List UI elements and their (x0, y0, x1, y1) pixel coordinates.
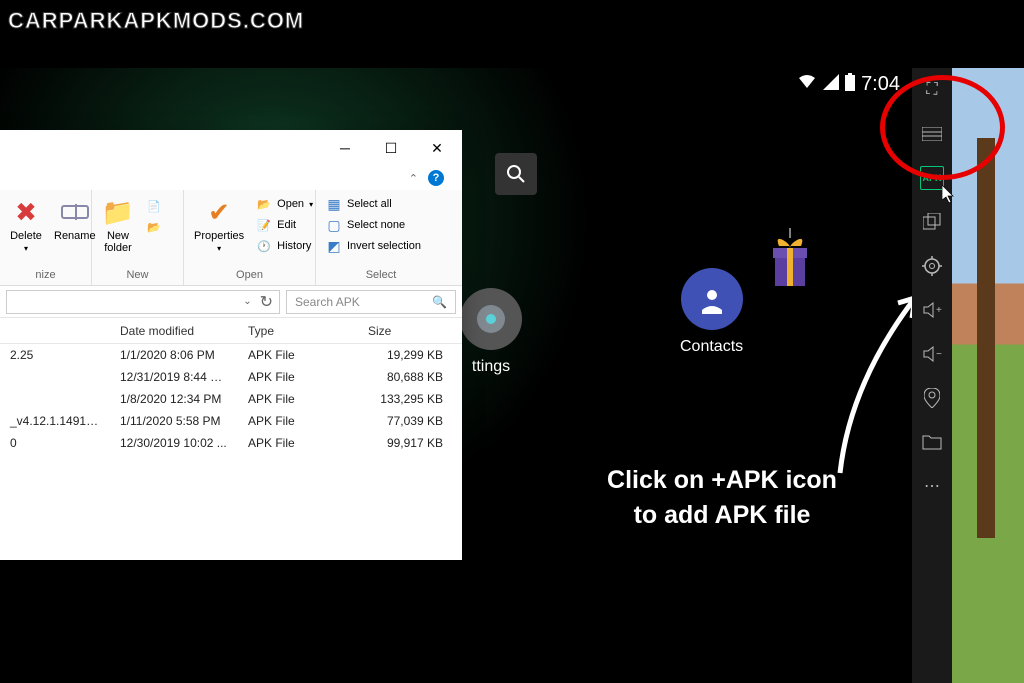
history-button[interactable]: 🕐History (252, 236, 317, 256)
help-icon[interactable]: ? (428, 170, 444, 186)
wifi-icon (797, 74, 817, 95)
col-type[interactable]: Type (238, 324, 358, 338)
android-statusbar: 7:04 (712, 68, 912, 100)
delete-button[interactable]: ✖ Delete ▾ (6, 194, 46, 255)
rename-icon (59, 196, 91, 228)
edit-button[interactable]: 📝Edit (252, 215, 317, 235)
file-row[interactable]: 12/31/2019 8:44 PMAPK File80,688 KB (0, 366, 462, 388)
gear-icon (460, 288, 522, 350)
addr-chevron-icon[interactable]: ⌄ (243, 296, 251, 307)
new-item-button[interactable]: 📄 (142, 196, 166, 216)
open-button[interactable]: 📂Open ▾ (252, 194, 317, 214)
minimize-button[interactable]: ─ (322, 133, 368, 163)
file-row[interactable]: 1/8/2020 12:34 PMAPK File133,295 KB (0, 388, 462, 410)
refresh-icon[interactable]: ↻ (260, 292, 273, 312)
invert-selection-button[interactable]: ◩Invert selection (322, 236, 425, 256)
col-size[interactable]: Size (358, 324, 453, 338)
select-group-label: Select (322, 269, 440, 283)
search-icon (506, 164, 526, 184)
annotation-arrow (820, 283, 912, 483)
new-item-icon: 📄 (146, 198, 162, 214)
file-row[interactable]: 2.251/1/2020 8:06 PMAPK File19,299 KB (0, 344, 462, 366)
search-button[interactable] (495, 153, 537, 195)
svg-text:+: + (936, 305, 942, 316)
delete-x-icon: ✖ (10, 196, 42, 228)
settings-label: ttings (472, 358, 510, 376)
search-input[interactable]: Search APK 🔍 (286, 290, 456, 314)
battery-icon (845, 73, 855, 96)
signal-icon (823, 74, 839, 95)
volume-up-icon[interactable]: + (920, 298, 944, 322)
more-icon[interactable]: ⋯ (920, 474, 944, 498)
invert-selection-icon: ◩ (326, 238, 342, 254)
open-group-label: Open (190, 269, 309, 283)
search-icon: 🔍 (432, 295, 447, 309)
gift-widget[interactable] (765, 228, 815, 286)
select-none-button[interactable]: ▢Select none (322, 215, 425, 235)
close-button[interactable]: ✕ (414, 133, 460, 163)
properties-check-icon: ✔ (203, 196, 235, 228)
contacts-icon (681, 268, 743, 330)
select-all-button[interactable]: ▦Select all (322, 194, 425, 214)
properties-button[interactable]: ✔ Properties ▾ (190, 194, 248, 255)
maximize-button[interactable]: ☐ (368, 133, 414, 163)
multi-window-icon[interactable] (920, 210, 944, 234)
ribbon-toolbar: ✖ Delete ▾ Rename nize 📁 New folder (0, 190, 462, 286)
contacts-label: Contacts (680, 338, 743, 356)
col-date[interactable]: Date modified (110, 324, 238, 338)
window-titlebar[interactable]: ─ ☐ ✕ (0, 130, 462, 166)
location-icon[interactable] (920, 386, 944, 410)
settings-icon[interactable] (920, 254, 944, 278)
organize-group-label: nize (6, 269, 85, 283)
select-all-icon: ▦ (326, 196, 342, 212)
settings-app[interactable]: ttings (460, 288, 522, 376)
watermark-text: CARPARKAPKMODS.COM (8, 8, 304, 34)
new-folder-button[interactable]: 📁 New folder (98, 194, 138, 256)
contacts-app[interactable]: Contacts (680, 268, 743, 356)
open-icon: 📂 (256, 196, 272, 212)
annotation-circle (880, 75, 1005, 180)
folder-icon: 📁 (102, 196, 134, 228)
gift-icon (765, 228, 815, 292)
file-list: Date modified Type Size 2.251/1/2020 8:0… (0, 318, 462, 454)
path-field[interactable]: ⌄ ↻ (6, 290, 280, 314)
volume-down-icon[interactable]: − (920, 342, 944, 366)
easy-access-button[interactable]: 📂 (142, 217, 166, 237)
edit-icon: 📝 (256, 217, 272, 233)
address-bar: ⌄ ↻ Search APK 🔍 (0, 286, 462, 318)
history-icon: 🕐 (256, 238, 272, 254)
new-group-label: New (98, 269, 177, 283)
folder-icon[interactable] (920, 430, 944, 454)
select-none-icon: ▢ (326, 217, 342, 233)
clock-text: 7:04 (861, 73, 900, 96)
file-row[interactable]: 012/30/2019 10:02 ...APK File99,917 KB (0, 432, 462, 454)
svg-text:−: − (936, 349, 942, 360)
ribbon-chevron-icon[interactable]: ⌃ (409, 172, 418, 185)
file-explorer-window: ─ ☐ ✕ ⌃ ? ✖ Delete ▾ Rename nize (0, 130, 462, 560)
column-headers: Date modified Type Size (0, 318, 462, 344)
file-row[interactable]: _v4.12.1.14910.GP1/11/2020 5:58 PMAPK Fi… (0, 410, 462, 432)
cursor-icon (942, 185, 956, 210)
easy-access-icon: 📂 (146, 219, 162, 235)
